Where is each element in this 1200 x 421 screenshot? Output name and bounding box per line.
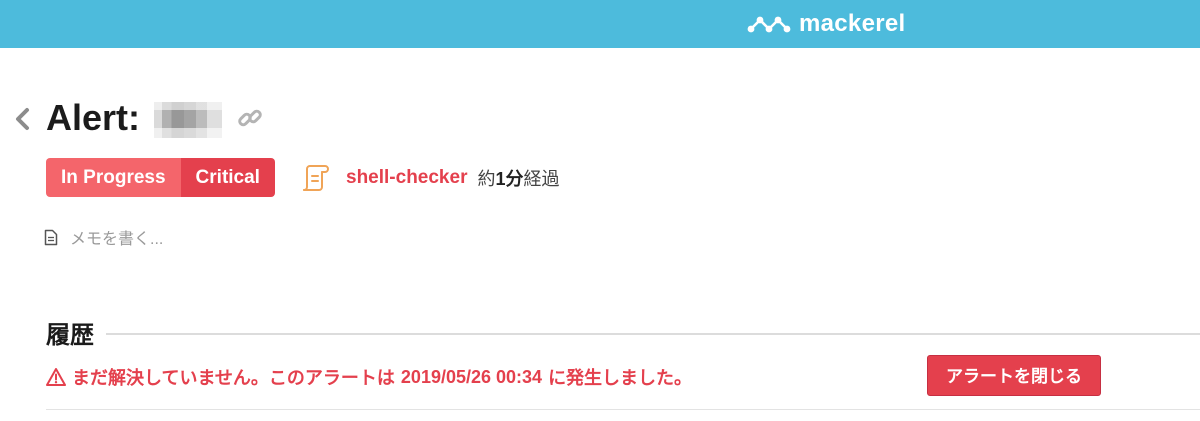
alert-badges: In Progress Critical [46,158,275,197]
message-prefix: まだ解決していません。このアラートは [72,368,395,388]
memo-input[interactable]: メモを書く... [44,226,163,248]
document-icon [44,229,58,245]
monitor-link[interactable]: shell-checker [346,167,467,189]
redacted-host-name [154,102,223,138]
elapsed-time: 約1分経過 [477,165,559,191]
mackerel-logo[interactable]: mackerel [747,10,906,38]
bottom-divider [46,409,1200,410]
logo-text: mackerel [799,10,906,37]
scroll-icon [303,165,329,191]
close-alert-button[interactable]: アラートを閉じる [927,355,1101,396]
link-icon[interactable] [236,104,264,132]
history-divider [106,333,1200,335]
alert-title-row: Alert: [46,96,264,140]
memo-placeholder: メモを書く... [70,231,164,248]
elapsed-prefix: 約 [477,169,496,189]
message-suffix: に発生しました。 [548,368,693,388]
message-datetime: 2019/05/26 00:34 [400,366,543,387]
top-bar: mackerel [0,0,1200,48]
warning-icon [46,368,66,386]
elapsed-suffix: 経過 [523,169,560,189]
status-badge: In Progress [46,158,181,197]
chevron-left-icon[interactable] [12,106,32,132]
mackerel-wave-icon [747,16,791,33]
unresolved-message: まだ解決していません。このアラートは 2019/05/26 00:34 に発生し… [46,364,692,390]
history-title: 履歴 [46,321,94,349]
history-section-header: 履歴 [46,314,1200,350]
severity-badge: Critical [180,158,275,197]
elapsed-value: 1分 [495,169,524,189]
page-title: Alert: [46,97,141,138]
monitor-info: shell-checker 約1分経過 [300,162,559,194]
